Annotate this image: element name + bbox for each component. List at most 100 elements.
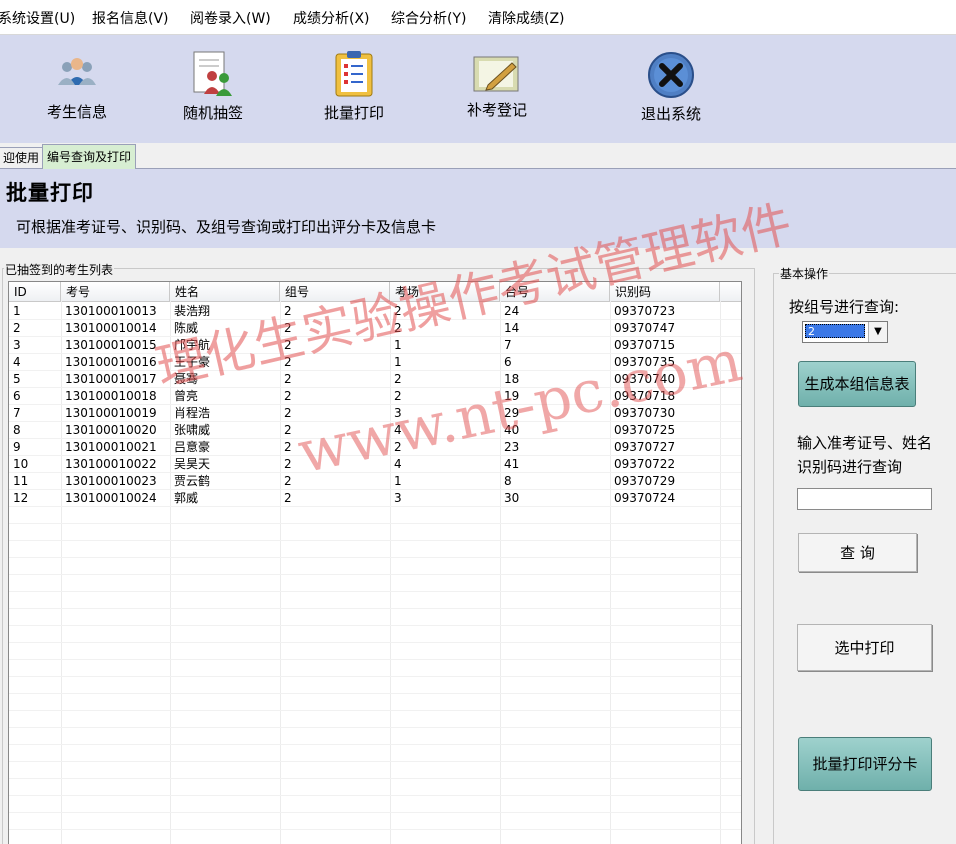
table-row[interactable]: 9 130100010021 吕意豪 2 2 23 09370727 [9, 439, 741, 456]
column-header-room[interactable]: 考场 [390, 282, 500, 301]
tool-student-info[interactable]: 考生信息 [27, 55, 127, 122]
cell-room: 2 [394, 440, 402, 454]
menu-registration-info[interactable]: 报名信息(V) [92, 8, 169, 28]
cell-station: 41 [504, 457, 520, 471]
cell-station: 14 [504, 321, 520, 335]
table-row[interactable]: 12 130100010024 郭威 2 3 30 09370724 [9, 490, 741, 507]
grid-row-line [9, 744, 741, 745]
menu-system-settings[interactable]: 系统设置(U) [0, 8, 75, 28]
cell-exam-number: 130100010016 [65, 355, 157, 369]
cell-name: 郭威 [174, 491, 199, 505]
clipboard-list-icon [335, 51, 373, 97]
tool-label: 批量打印 [323, 104, 384, 122]
menu-bar: 系统设置(U) 报名信息(V) 阅卷录入(W) 成绩分析(X) 综合分析(Y) … [0, 0, 956, 35]
search-input[interactable] [797, 488, 932, 510]
cell-name: 张啸威 [174, 423, 211, 437]
cell-id-code: 09370735 [614, 355, 676, 369]
table-row[interactable]: 3 130100010015 邝宇航 2 1 7 09370715 [9, 337, 741, 354]
cell-name: 聂骞 [174, 372, 199, 386]
cell-name: 王子豪 [174, 355, 211, 369]
grid-row-line [9, 557, 741, 558]
column-header-id-code[interactable]: 识别码 [610, 282, 720, 301]
cell-name: 陈威 [174, 321, 199, 335]
table-row[interactable]: 1 130100010013 裴浩翔 2 2 24 09370723 [9, 303, 741, 320]
basic-operations-title: 基本操作 [779, 265, 830, 282]
cell-room: 3 [394, 491, 402, 505]
column-header-group[interactable]: 组号 [280, 282, 390, 301]
table-row[interactable]: 8 130100010020 张啸威 2 4 40 09370725 [9, 422, 741, 439]
tool-makeup-registration[interactable]: 补考登记 [447, 55, 547, 120]
table-row[interactable]: 4 130100010016 王子豪 2 1 6 09370735 [9, 354, 741, 371]
cell-room: 2 [394, 389, 402, 403]
cell-name: 吕意豪 [174, 440, 211, 454]
column-header-station[interactable]: 台号 [500, 282, 610, 301]
cell-id: 8 [13, 423, 21, 437]
table-row[interactable]: 7 130100010019 肖程浩 2 3 29 09370730 [9, 405, 741, 422]
cell-id-code: 09370740 [614, 372, 676, 386]
cell-station: 8 [504, 474, 512, 488]
page-title: 批量打印 [6, 181, 94, 205]
grid-row-line [9, 829, 741, 830]
cell-room: 1 [394, 355, 402, 369]
cell-group: 2 [284, 406, 292, 420]
table-row[interactable]: 2 130100010014 陈威 2 2 14 09370747 [9, 320, 741, 337]
tool-random-draw[interactable]: 随机抽签 [163, 50, 263, 123]
tool-exit-system[interactable]: 退出系统 [621, 51, 721, 124]
cell-room: 1 [394, 474, 402, 488]
cell-exam-number: 130100010020 [65, 423, 157, 437]
cell-name: 裴浩翔 [174, 304, 211, 318]
tab-welcome[interactable]: 迎使用 [0, 147, 45, 168]
query-button[interactable]: 查 询 [798, 533, 917, 572]
tool-batch-print[interactable]: 批量打印 [304, 50, 404, 123]
batch-print-score-cards-button[interactable]: 批量打印评分卡 [798, 737, 932, 791]
cell-name: 贾云鹤 [174, 474, 211, 488]
cell-id: 7 [13, 406, 21, 420]
people-draw-icon [193, 51, 232, 96]
group-select[interactable]: 2 ▼ [802, 321, 888, 343]
cell-exam-number: 130100010023 [65, 474, 157, 488]
generate-group-info-button[interactable]: 生成本组信息表 [798, 361, 916, 407]
cell-station: 6 [504, 355, 512, 369]
column-header-id[interactable]: ID [9, 282, 61, 301]
cell-id-code: 09370724 [614, 491, 676, 505]
cell-name: 曾亮 [174, 389, 199, 403]
cell-exam-number: 130100010013 [65, 304, 157, 318]
cell-id: 4 [13, 355, 21, 369]
column-header-name[interactable]: 姓名 [170, 282, 280, 301]
cell-exam-number: 130100010015 [65, 338, 157, 352]
grid-row-line [9, 812, 741, 813]
cell-group: 2 [284, 338, 292, 352]
cell-exam-number: 130100010018 [65, 389, 157, 403]
column-header-exam-number[interactable]: 考号 [61, 282, 170, 301]
tool-label: 随机抽签 [182, 104, 243, 122]
cell-station: 30 [504, 491, 520, 505]
search-label-line1: 输入准考证号、姓名 [797, 434, 933, 452]
tab-number-query-print[interactable]: 编号查询及打印 [42, 144, 137, 169]
table-row[interactable]: 10 130100010022 吴昊天 2 4 41 09370722 [9, 456, 741, 473]
cell-station: 24 [504, 304, 520, 318]
cell-station: 23 [504, 440, 520, 454]
cell-id-code: 09370729 [614, 474, 676, 488]
cell-group: 2 [284, 423, 292, 437]
cell-exam-number: 130100010017 [65, 372, 157, 386]
menu-grading-entry[interactable]: 阅卷录入(W) [190, 8, 271, 28]
cell-id-code: 09370718 [614, 389, 676, 403]
group-query-label: 按组号进行查询: [789, 298, 900, 316]
cell-room: 4 [394, 457, 402, 471]
cell-name: 邝宇航 [174, 338, 211, 352]
table-row[interactable]: 6 130100010018 曾亮 2 2 19 09370718 [9, 388, 741, 405]
cell-room: 4 [394, 423, 402, 437]
cell-id-code: 09370730 [614, 406, 676, 420]
grid-row-line [9, 608, 741, 609]
student-list[interactable]: ID 考号 姓名 组号 考场 台号 识别码 1 130100010013 裴浩翔 2 2… [8, 281, 742, 844]
grid-row-line [9, 540, 741, 541]
menu-score-analysis[interactable]: 成绩分析(X) [293, 8, 370, 28]
toolbar: 考生信息 随机抽签 批量打印 补考登记 退出系统 [0, 35, 956, 144]
cell-room: 1 [394, 338, 402, 352]
menu-clear-scores[interactable]: 清除成绩(Z) [488, 8, 565, 28]
menu-overall-analysis[interactable]: 综合分析(Y) [391, 8, 466, 28]
print-selected-button[interactable]: 选中打印 [797, 624, 932, 671]
chevron-down-icon[interactable]: ▼ [868, 322, 887, 342]
table-row[interactable]: 11 130100010023 贾云鹤 2 1 8 09370729 [9, 473, 741, 490]
table-row[interactable]: 5 130100010017 聂骞 2 2 18 09370740 [9, 371, 741, 388]
